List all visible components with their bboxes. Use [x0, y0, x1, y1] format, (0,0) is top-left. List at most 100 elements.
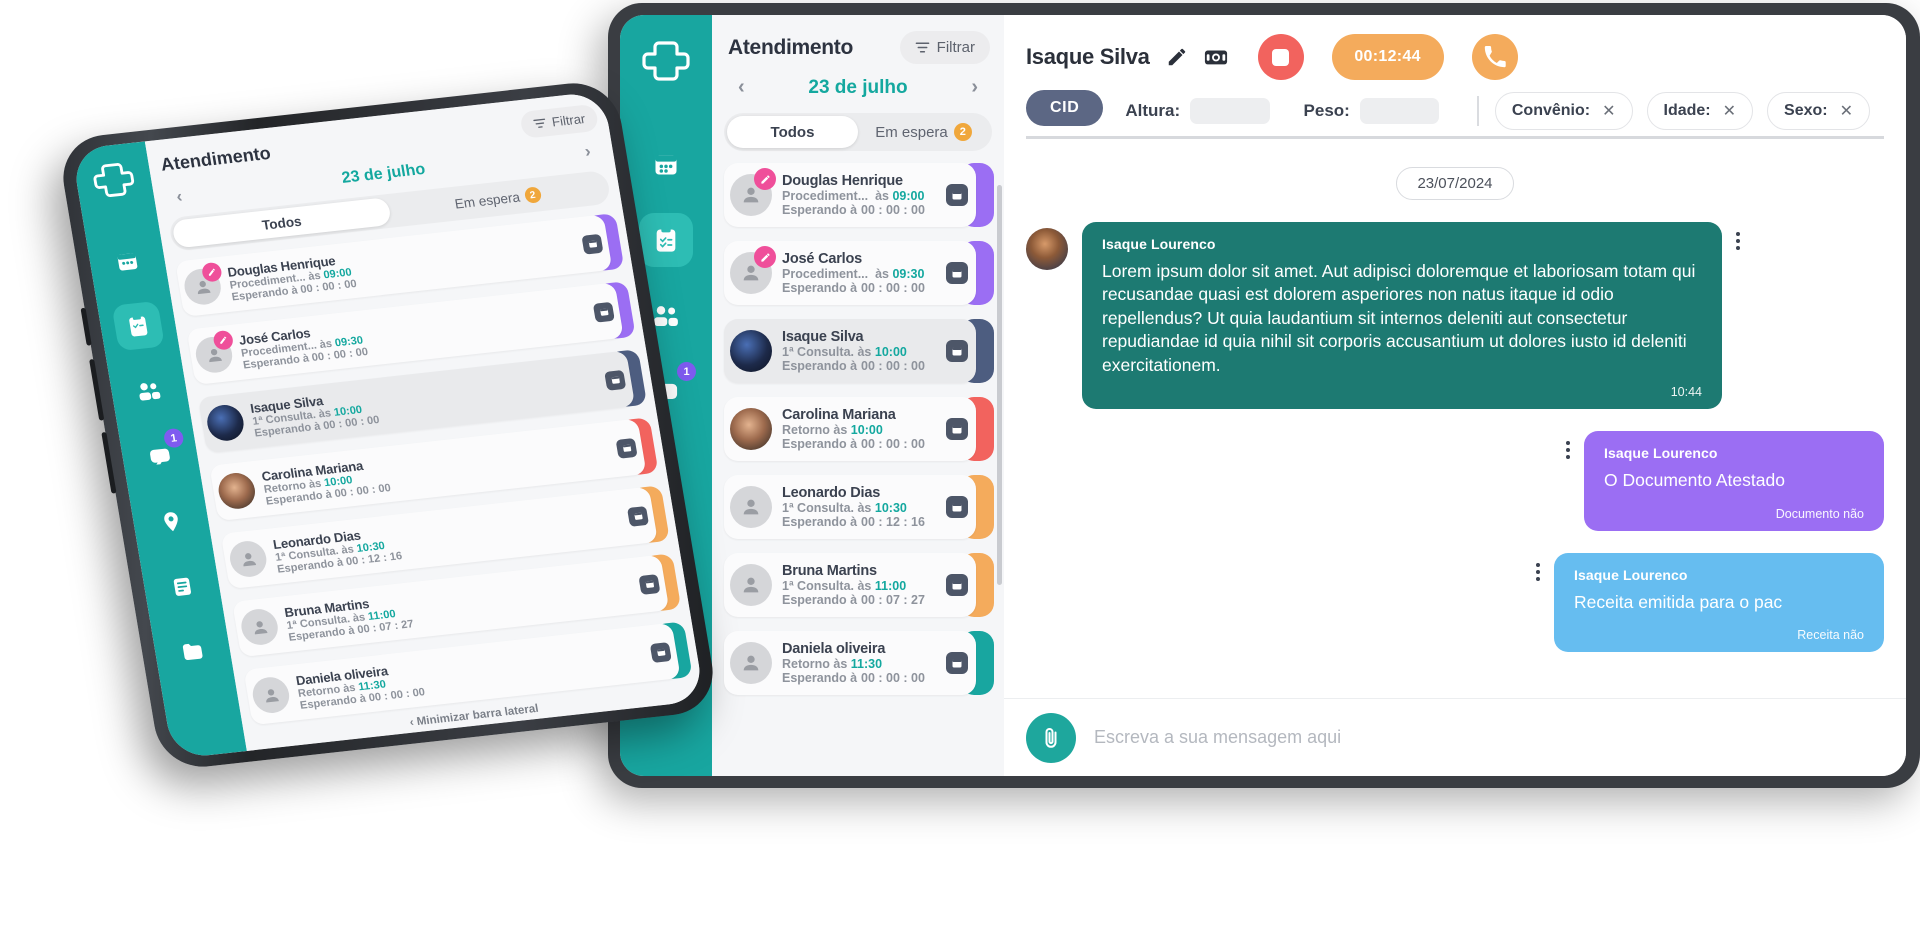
tag-idade[interactable]: Idade: ✕ [1646, 91, 1754, 130]
stop-record-icon[interactable] [1257, 34, 1304, 80]
message-bubble[interactable]: Isaque Lourenco O Documento Atestado Doc… [1584, 431, 1884, 531]
close-icon[interactable]: ✕ [1723, 101, 1736, 121]
sidebar-item-attendance[interactable] [111, 300, 165, 352]
next-date-button[interactable]: › [583, 142, 592, 162]
paperclip-icon[interactable] [1026, 712, 1076, 763]
list-item[interactable]: José Carlos Procediment... às 09:30 Espe… [724, 239, 994, 307]
sidebar-item-messages[interactable]: 1 [133, 427, 186, 481]
calendar-icon[interactable] [615, 437, 638, 459]
message-text: Lorem ipsum dolor sit amet. Aut adipisci… [1102, 261, 1696, 375]
patient-list[interactable]: Douglas Henrique Procediment... às 09:00… [712, 161, 1004, 776]
page-title: Atendimento [728, 35, 854, 59]
calendar-icon[interactable] [946, 340, 968, 362]
camera-icon[interactable] [1204, 46, 1228, 68]
waiting-time: 00 : 00 : 00 [861, 203, 925, 217]
list-item[interactable]: Douglas Henrique Procediment... às 09:00… [724, 161, 994, 229]
message-bubble[interactable]: Isaque Lourenco Lorem ipsum dolor sit am… [1082, 222, 1722, 410]
next-date-button[interactable]: › [971, 76, 978, 99]
at-label: às [857, 501, 872, 515]
calendar-icon[interactable] [581, 233, 604, 255]
filter-button[interactable]: Filtrar [899, 31, 990, 64]
calendar-icon[interactable] [604, 369, 627, 391]
filter-icon [533, 118, 545, 128]
list-item[interactable]: Daniela oliveira Retorno às 11:30 Espera… [724, 629, 994, 697]
tab-em-espera[interactable]: Em espera 2 [858, 116, 989, 148]
prev-date-button[interactable]: ‹ [175, 187, 184, 207]
altura-label: Altura: [1125, 100, 1181, 120]
calendar-icon[interactable] [592, 301, 615, 323]
message-sender: Isaque Lourenco [1102, 236, 1216, 252]
close-icon[interactable]: ✕ [1602, 101, 1615, 121]
message-menu-icon[interactable] [1736, 222, 1740, 250]
calendar-icon[interactable] [946, 418, 968, 440]
calendar-icon[interactable] [638, 573, 661, 595]
at-label: às [857, 345, 872, 359]
message-bubble[interactable]: Isaque Lourenco Receita emitida para o p… [1554, 552, 1884, 653]
avatar [204, 403, 249, 443]
sidebar-item-attendance[interactable] [639, 213, 693, 267]
peso-field[interactable] [1359, 97, 1440, 124]
cid-button[interactable]: CID [1026, 89, 1104, 126]
divider [1477, 95, 1479, 126]
calendar-icon[interactable] [946, 496, 968, 518]
patient-time: 11:30 [850, 657, 883, 671]
edit-badge-icon[interactable] [754, 168, 776, 190]
sidebar-item-notes[interactable] [155, 561, 208, 611]
pencil-icon[interactable] [1166, 46, 1188, 68]
calendar-icon[interactable] [946, 652, 968, 674]
patient-type: Retorno [782, 657, 830, 671]
avatar [193, 329, 237, 375]
waiting-label: Esperando à [782, 203, 858, 217]
chat-patient-name: Isaque Silva [1026, 44, 1150, 69]
sidebar-item-calendar[interactable] [639, 137, 693, 191]
patient-name: Isaque Silva [782, 329, 864, 345]
prev-date-button[interactable]: ‹ [738, 76, 745, 99]
message-footer: Documento não [1775, 506, 1864, 521]
tag-convenio[interactable]: Convênio: ✕ [1494, 91, 1633, 130]
list-item[interactable]: Bruna Martins 1ª Consulta. às 11:00 Espe… [724, 551, 994, 619]
filter-icon [915, 42, 930, 53]
list-item[interactable]: Leonardo Dias 1ª Consulta. às 10:30 Espe… [724, 473, 994, 541]
patient-type: 1ª Consulta. [782, 579, 854, 593]
altura-field[interactable] [1190, 97, 1270, 124]
calendar-icon[interactable] [946, 574, 968, 596]
sidebar-item-location[interactable] [144, 496, 197, 546]
sidebar-item-calendar[interactable] [101, 236, 154, 286]
list-item[interactable]: Isaque Silva 1ª Consulta. às 10:00 Esper… [724, 317, 994, 385]
current-date-label: 23 de julho [808, 76, 908, 98]
phone-device: 1 Atendimento Filtrar ‹ 23 de julho › To… [56, 78, 720, 772]
list-item[interactable]: Carolina Mariana Retorno às 10:00 Espera… [724, 395, 994, 463]
date-divider: 23/07/2024 [1396, 167, 1514, 200]
patient-type: 1ª Consulta. [782, 345, 854, 359]
calendar-icon[interactable] [946, 184, 968, 206]
list-scrollbar[interactable] [997, 185, 1002, 585]
patient-list[interactable]: Douglas Henrique Procediment... às 09:00… [165, 210, 701, 728]
message-menu-icon[interactable] [1566, 431, 1570, 460]
calendar-icon[interactable] [649, 641, 672, 663]
tab-todos[interactable]: Todos [727, 116, 858, 148]
current-date-label: 23 de julho [340, 160, 427, 187]
waiting-time: 00 : 07 : 27 [861, 593, 925, 607]
attendance-list-panel: Atendimento Filtrar ‹ 23 de julho › Todo… [712, 15, 1004, 776]
message-input[interactable]: Escreva a sua mensagem aqui [1094, 727, 1341, 748]
avatar [730, 408, 774, 450]
calendar-icon[interactable] [946, 262, 968, 284]
avatar [730, 486, 774, 528]
calendar-icon[interactable] [626, 505, 649, 527]
tab-em-espera-label: Em espera [875, 123, 948, 141]
tab-em-espera-badge: 2 [953, 123, 972, 141]
patient-name: Daniela oliveira [782, 641, 886, 657]
sidebar-item-files[interactable] [166, 626, 219, 676]
message-text: O Documento Atestado [1604, 470, 1785, 491]
tag-sexo[interactable]: Sexo: ✕ [1767, 91, 1871, 130]
waiting-time: 00 : 12 : 16 [861, 515, 925, 529]
sidebar-item-patients[interactable] [122, 366, 175, 416]
tag-idade-label: Idade: [1663, 101, 1711, 119]
edit-badge-icon[interactable] [754, 246, 776, 268]
close-icon[interactable]: ✕ [1840, 101, 1853, 121]
patient-name: José Carlos [782, 251, 863, 267]
at-label: às [833, 657, 848, 671]
phone-icon[interactable] [1471, 34, 1518, 80]
waiting-label: Esperando à [782, 281, 858, 295]
message-menu-icon[interactable] [1536, 553, 1540, 581]
